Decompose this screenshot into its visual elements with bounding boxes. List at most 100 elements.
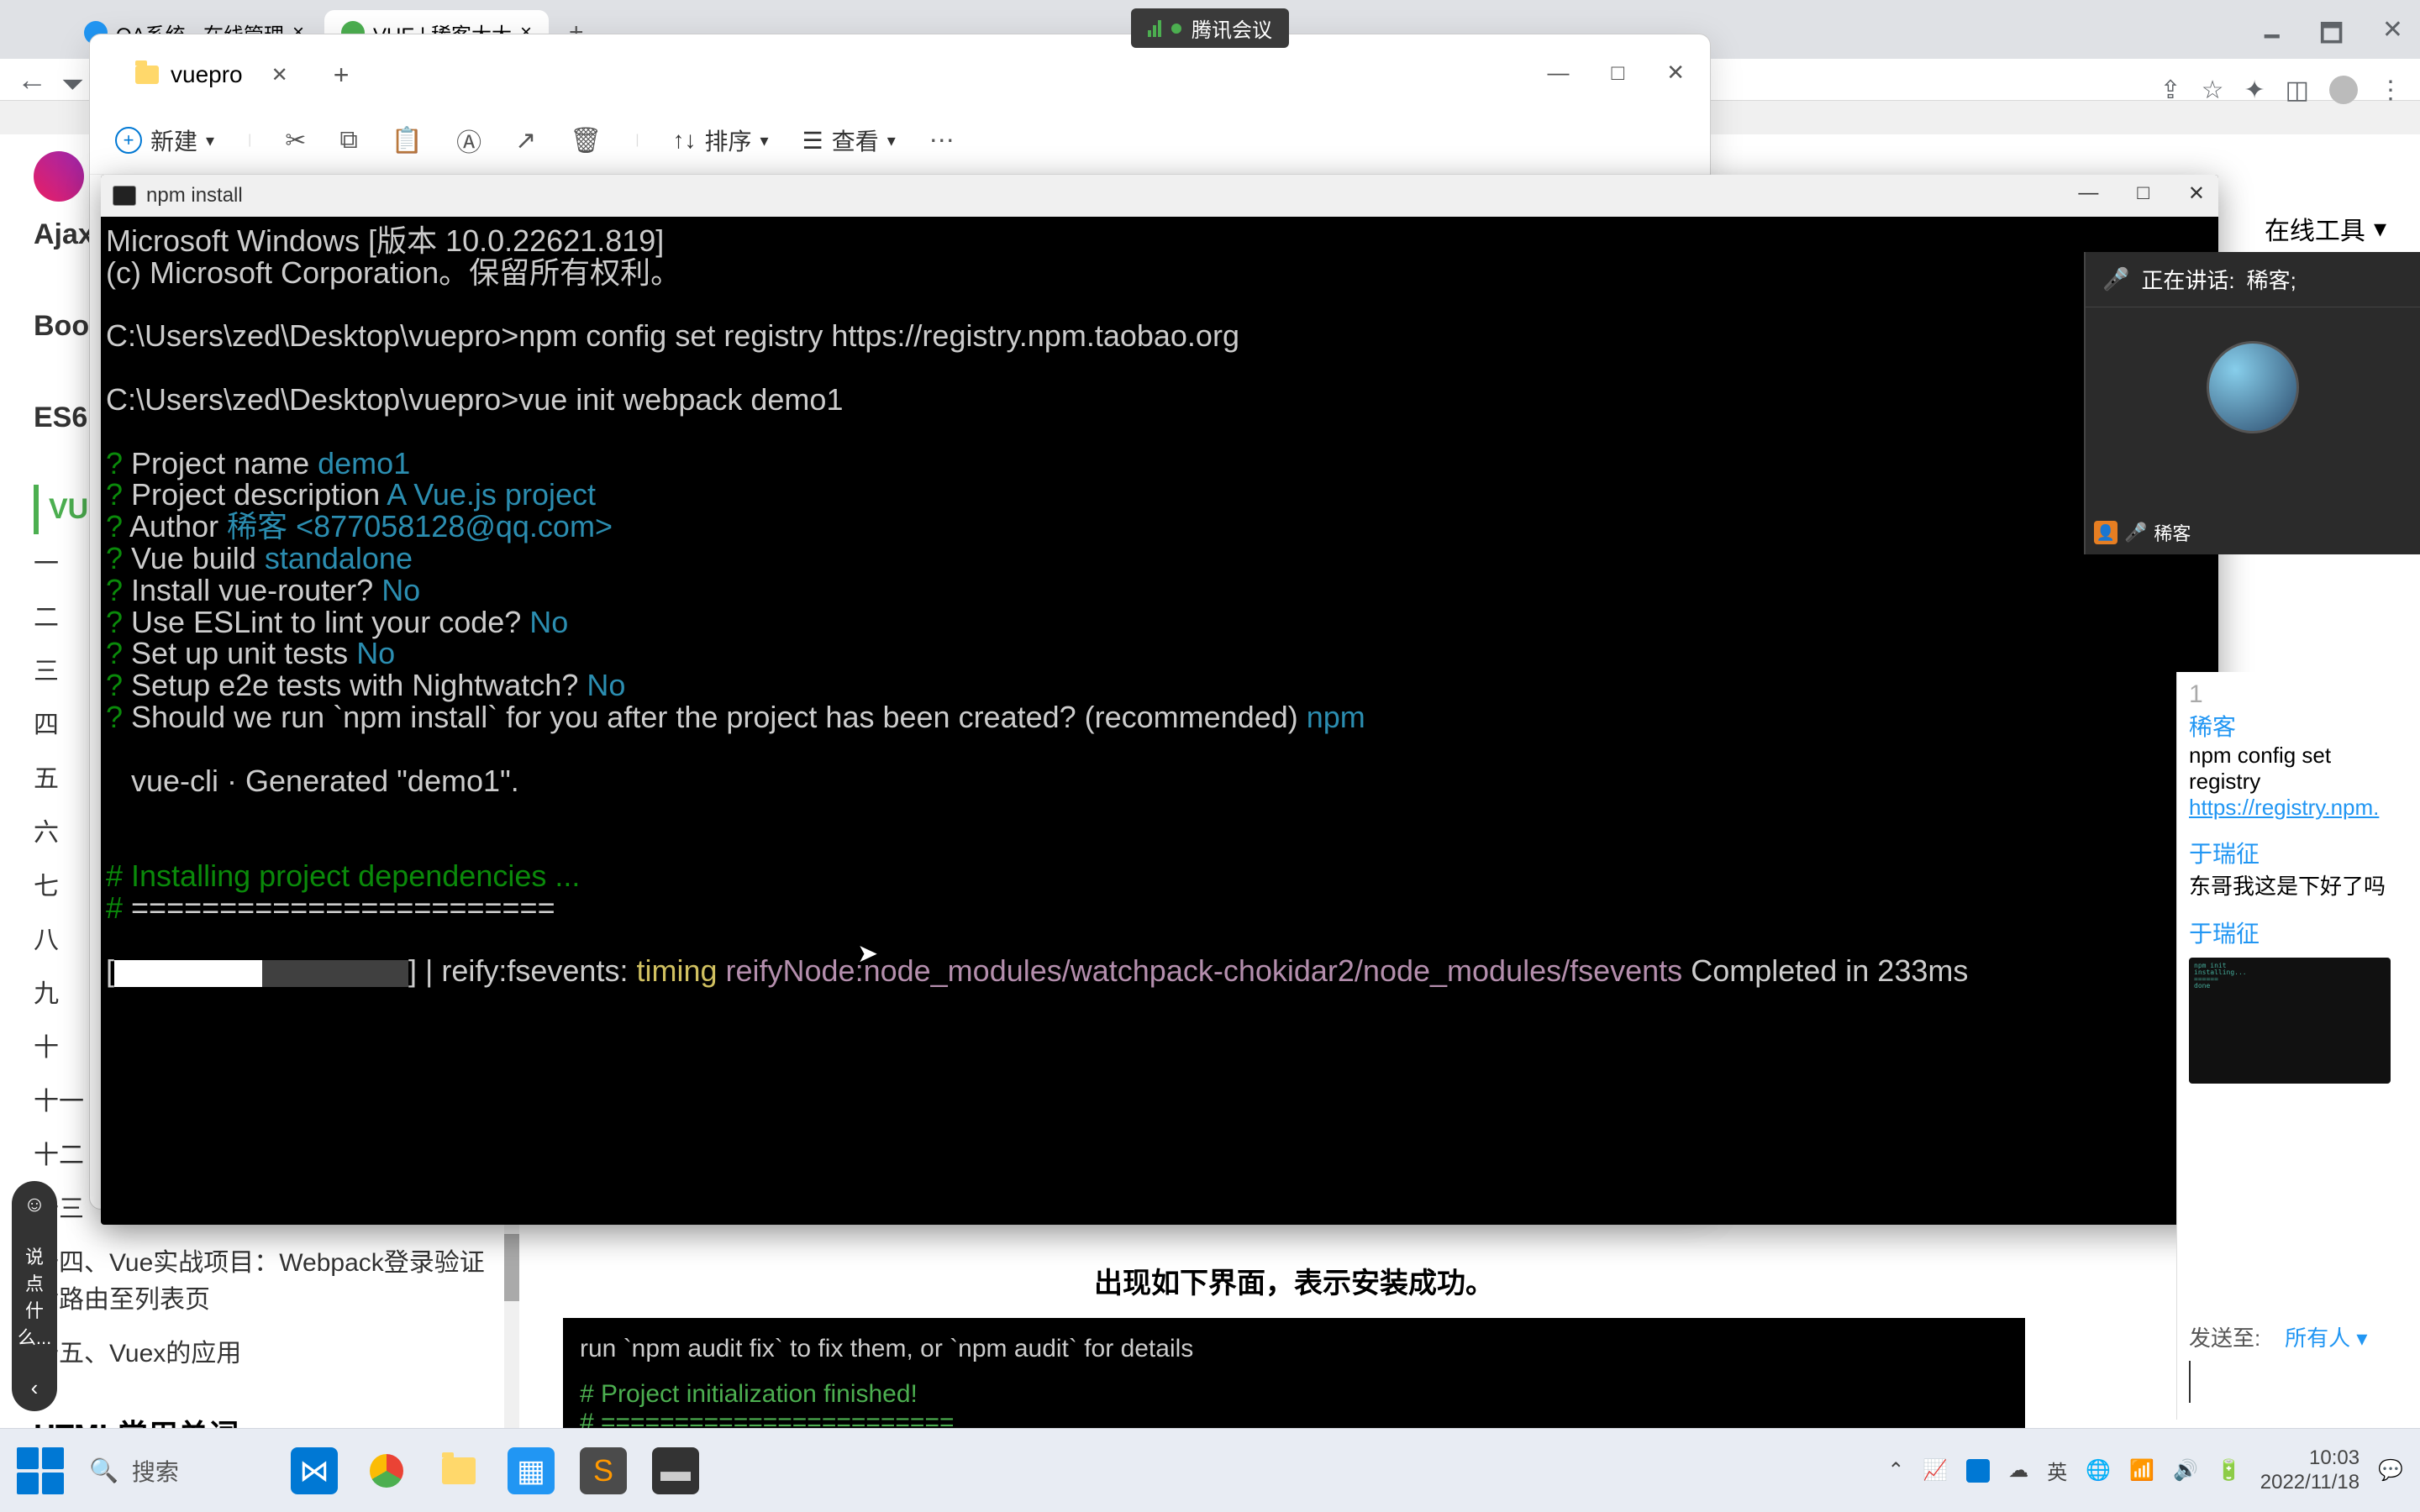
chrome-icon[interactable] <box>363 1447 410 1494</box>
chat-user: 稀客 <box>2189 709 2408 743</box>
copy-icon[interactable]: ⧉ <box>339 126 357 155</box>
trend-icon[interactable]: 📈 <box>1923 1458 1948 1483</box>
profile-icon[interactable] <box>2329 76 2358 104</box>
terminal-line: ? Setup e2e tests with Nightwatch? No <box>106 669 2213 701</box>
taskbar-tray: ⌃ 📈 ☁ 英 🌐 📶 🔊 🔋 10:03 2022/11/18 💬 <box>1887 1446 2403 1495</box>
taskbar-clock[interactable]: 10:03 2022/11/18 <box>2260 1446 2360 1495</box>
tencent-meeting-icon[interactable]: ▦ <box>508 1447 555 1494</box>
terminal-line: ? Use ESLint to lint your code? No <box>106 606 2213 638</box>
app-tray-icon[interactable] <box>1966 1459 1990 1483</box>
maximize-icon[interactable]: 🗖 <box>2319 15 2344 58</box>
cursor-icon: ➤ <box>857 939 878 969</box>
chat-image-thumbnail[interactable]: npm initinstalling...======done <box>2189 958 2391 1084</box>
explorer-titlebar[interactable]: vuepro ✕ + — □ ✕ <box>90 34 1710 107</box>
terminal-icon[interactable]: ▬ <box>652 1447 699 1494</box>
terminal-title: npm install <box>146 184 243 207</box>
minimize-icon[interactable]: 🗕 <box>2263 15 2281 58</box>
explorer-tab[interactable]: vuepro ✕ <box>115 51 308 98</box>
view-button[interactable]: ☰ 查看 ▾ <box>802 123 896 157</box>
folder-icon <box>135 66 159 84</box>
terminal-line: Microsoft Windows [版本 10.0.22621.819] <box>106 225 2213 257</box>
chevron-left-icon[interactable]: ‹ <box>31 1375 39 1401</box>
maximize-icon[interactable]: □ <box>2137 181 2149 206</box>
chat-input[interactable] <box>2189 1361 2408 1403</box>
new-tab-icon[interactable]: + <box>334 60 350 91</box>
view-icon: ☰ <box>802 127 823 155</box>
bookmark-icon[interactable]: ☆ <box>2202 76 2224 105</box>
start-button[interactable] <box>17 1447 64 1494</box>
chat-message: 于瑞征 东哥我这是下好了吗 <box>2189 836 2408 900</box>
sort-icon: ↑↓ <box>673 127 697 154</box>
terminal-line: # ======================== <box>106 892 2213 924</box>
maximize-icon[interactable]: □ <box>1611 60 1624 86</box>
minimize-icon[interactable]: — <box>2078 181 2098 206</box>
volume-icon[interactable]: 🔊 <box>2173 1458 2198 1483</box>
share-icon[interactable]: ↗ <box>515 126 536 155</box>
sidebar-item-14[interactable]: 十四、Vue实战项目：Webpack登录验证后路由至列表页 <box>34 1233 487 1324</box>
close-icon[interactable]: ✕ <box>271 63 288 87</box>
send-prefix: 发送至: <box>2189 1326 2260 1351</box>
emoji-icon[interactable]: ☺ <box>24 1191 46 1217</box>
tray-overflow-icon[interactable]: ⌃ <box>1887 1458 1904 1483</box>
share-icon[interactable]: ⇪ <box>2160 76 2181 105</box>
battery-icon[interactable]: 🔋 <box>2217 1458 2242 1483</box>
sidebar-item-15[interactable]: 十五、Vuex的应用 <box>34 1324 487 1378</box>
rename-icon[interactable]: Ⓐ <box>456 122 481 159</box>
sort-button[interactable]: ↑↓ 排序 ▾ <box>673 123 769 157</box>
more-icon[interactable]: ⋯ <box>929 126 955 155</box>
close-icon[interactable]: ✕ <box>2382 15 2403 58</box>
terminal-body[interactable]: Microsoft Windows [版本 10.0.22621.819](c)… <box>101 217 2218 1225</box>
terminal-line: vue-cli · Generated "demo1". <box>106 765 2213 797</box>
view-label: 查看 <box>832 123 879 157</box>
back-icon[interactable]: ← <box>17 62 47 97</box>
plus-icon: + <box>115 127 142 154</box>
onedrive-icon[interactable]: ☁ <box>2008 1458 2028 1483</box>
meeting-panel[interactable]: 🎤 正在讲话: 稀客; 👤 🎤 稀客 <box>2084 252 2420 554</box>
terminal-line: ? Install vue-router? No <box>106 575 2213 606</box>
explorer-icon[interactable] <box>435 1447 482 1494</box>
vscode-icon[interactable]: ⋈ <box>291 1447 338 1494</box>
clock-date: 2022/11/18 <box>2260 1471 2360 1495</box>
close-icon[interactable]: ✕ <box>2188 181 2205 206</box>
meeting-header: 🎤 正在讲话: 稀客; <box>2086 252 2420 307</box>
extensions-icon[interactable]: ✦ <box>2244 76 2265 105</box>
wifi-icon[interactable]: 📶 <box>2129 1458 2154 1483</box>
online-tools-dropdown[interactable]: 在线工具 ▾ <box>2265 210 2386 247</box>
avatar <box>34 151 84 202</box>
delete-icon[interactable]: 🗑 <box>570 126 602 155</box>
terminal-titlebar[interactable]: npm install — □ ✕ <box>101 175 2218 217</box>
input-method-icon[interactable]: 🌐 <box>2086 1458 2111 1483</box>
terminal-progress-line: [] | reify:fsevents: timing reifyNode:no… <box>106 955 2213 987</box>
chevron-down-icon: ▾ <box>2356 1326 2367 1351</box>
terminal-line <box>106 416 2213 448</box>
menu-icon[interactable]: ⋮ <box>2378 76 2403 105</box>
terminal-line: ? Project name demo1 <box>106 448 2213 480</box>
paste-icon[interactable]: 📋 <box>392 126 423 155</box>
tab-dropdown-icon[interactable]: 🞃 <box>62 62 83 98</box>
widget-input[interactable]: 说点什么... <box>18 1242 51 1350</box>
terminal-line: ? Vue build standalone <box>106 543 2213 575</box>
scroll-thumb[interactable] <box>504 1234 519 1301</box>
new-button[interactable]: + 新建 ▾ <box>115 123 214 157</box>
doc-content: 出现如下界面，表示安装成功。 run `npm audit fix` to fi… <box>529 1226 2059 1462</box>
sublime-icon[interactable]: S <box>580 1447 627 1494</box>
sidebar-section-html[interactable]: HTML常用单词 <box>34 1411 487 1428</box>
cut-icon[interactable]: ✂ <box>285 126 306 155</box>
send-target-dropdown[interactable]: 所有人 ▾ <box>2285 1326 2367 1351</box>
terminal-line <box>106 733 2213 765</box>
chat-message: 于瑞征 npm initinstalling...======done <box>2189 916 2408 1084</box>
tencent-meeting-indicator[interactable]: 腾讯会议 <box>1131 8 1289 48</box>
sidepanel-icon[interactable]: ◫ <box>2286 76 2309 105</box>
meeting-participant: 👤 🎤 稀客 <box>2094 519 2191 546</box>
chat-link[interactable]: https://registry.npm. <box>2189 795 2379 820</box>
notifications-icon[interactable]: 💬 <box>2378 1458 2403 1483</box>
close-icon[interactable]: ✕ <box>1666 60 1685 86</box>
minimize-icon[interactable]: — <box>1547 60 1569 86</box>
terminal-line <box>106 924 2213 956</box>
taskbar-search[interactable]: 🔍 搜索 <box>89 1454 257 1488</box>
explorer-tab-title: vuepro <box>171 61 243 88</box>
terminal-line <box>106 796 2213 828</box>
language-indicator[interactable]: 英 <box>2047 1456 2067 1485</box>
terminal-line <box>106 828 2213 860</box>
danmaku-widget[interactable]: ☺ 说点什么... ‹ <box>12 1181 57 1411</box>
